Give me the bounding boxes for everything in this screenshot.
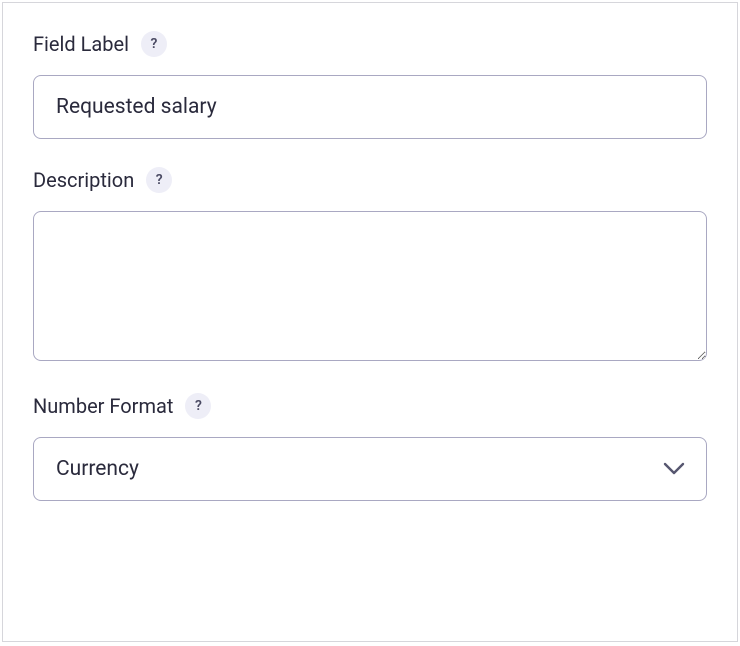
- help-icon-glyph: ?: [151, 36, 158, 52]
- field-label-text: Field Label: [33, 32, 129, 56]
- description-group: Description ?: [33, 167, 707, 365]
- number-format-label-text: Number Format: [33, 394, 173, 418]
- description-label-row: Description ?: [33, 167, 707, 193]
- number-format-select-wrap: Currency: [33, 437, 707, 501]
- help-icon[interactable]: ?: [146, 167, 172, 193]
- description-label-text: Description: [33, 168, 134, 192]
- description-input[interactable]: [33, 211, 707, 361]
- field-label-row: Field Label ?: [33, 31, 707, 57]
- number-format-group: Number Format ? Currency: [33, 393, 707, 501]
- field-label-input[interactable]: [33, 75, 707, 139]
- help-icon-glyph: ?: [195, 398, 202, 414]
- help-icon[interactable]: ?: [141, 31, 167, 57]
- help-icon-glyph: ?: [156, 172, 163, 188]
- help-icon[interactable]: ?: [185, 393, 211, 419]
- field-label-group: Field Label ?: [33, 31, 707, 139]
- number-format-select[interactable]: Currency: [33, 437, 707, 501]
- form-panel: Field Label ? Description ? Number Forma…: [2, 2, 738, 642]
- number-format-label-row: Number Format ?: [33, 393, 707, 419]
